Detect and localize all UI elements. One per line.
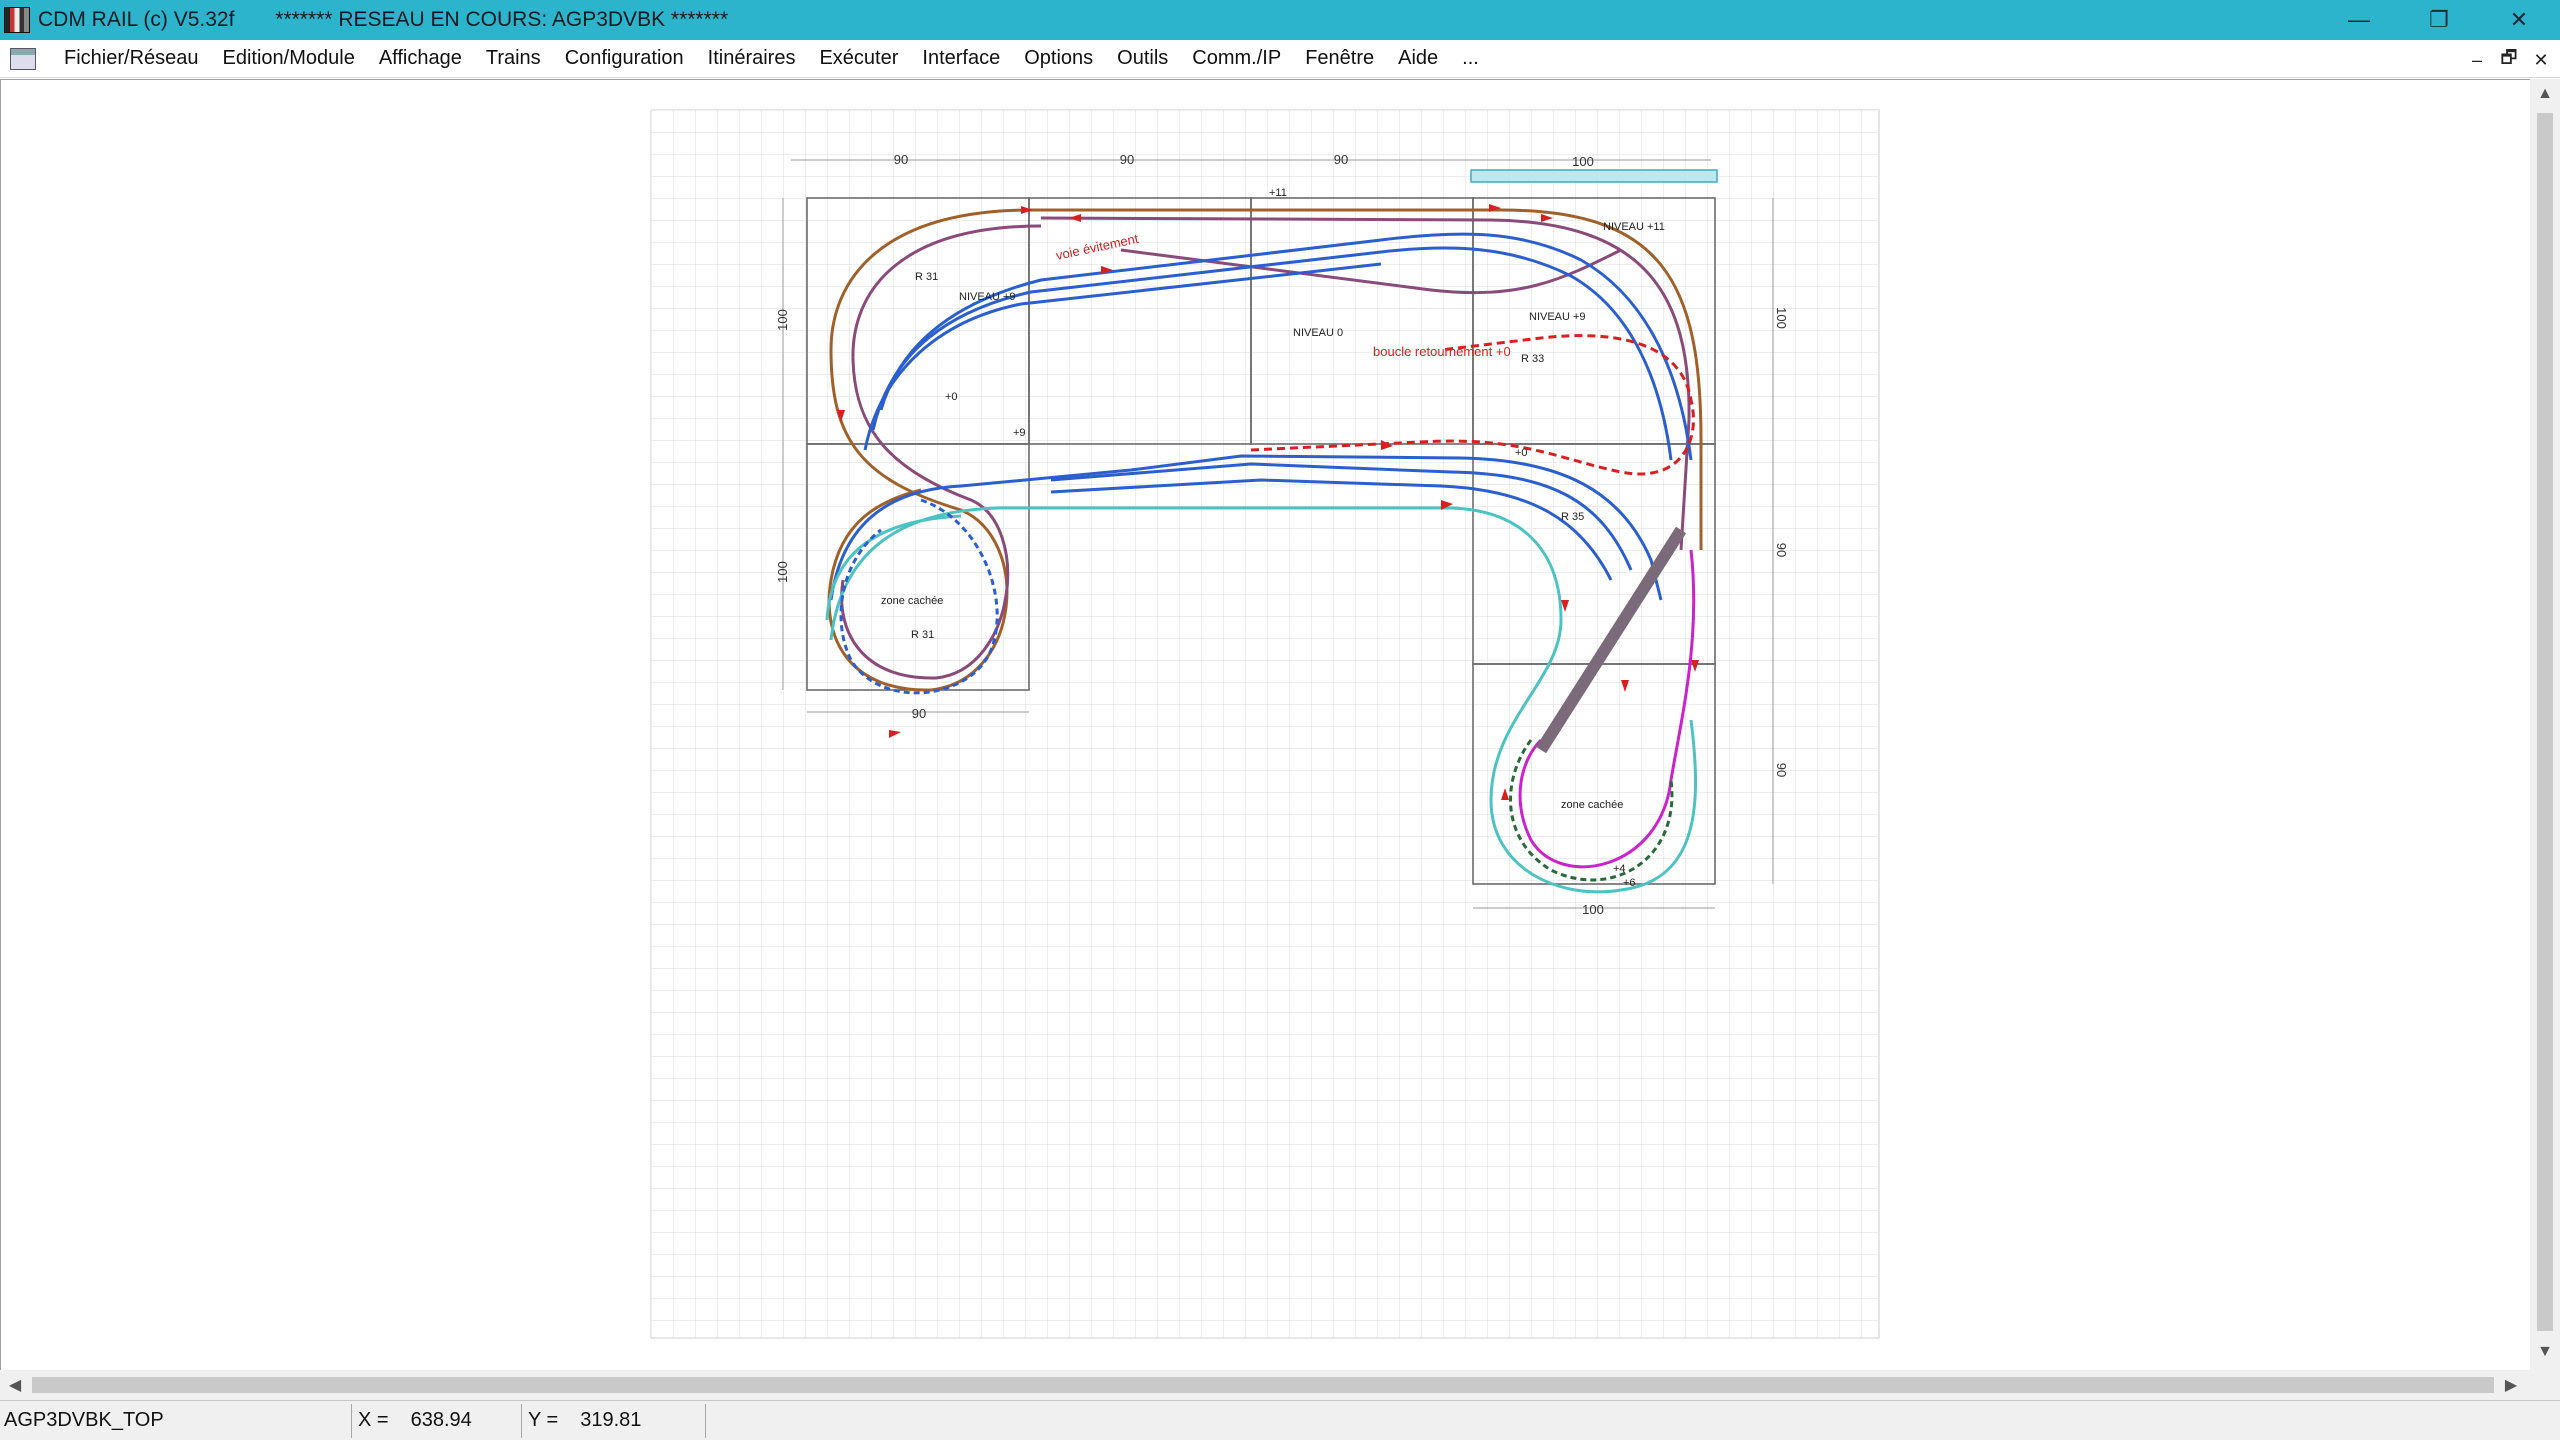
status-x-coordinate: X = 638.94 (352, 1403, 522, 1438)
label-niveau-0: NIVEAU 0 (1293, 327, 1343, 339)
label-niveau-plus9-left: NIVEAU +9 (959, 291, 1016, 303)
label-plus0-a: +0 (945, 391, 958, 403)
label-plus9: +9 (1013, 427, 1026, 439)
document-icon[interactable] (10, 47, 36, 70)
label-niveau-plus9-right: NIVEAU +9 (1529, 311, 1586, 323)
close-button[interactable]: ✕ (2480, 0, 2558, 40)
dim-top-3: 90 (1334, 152, 1348, 167)
menu-options[interactable]: Options (1012, 47, 1105, 70)
label-plus4: +4 (1613, 863, 1626, 875)
window-title: CDM RAIL (c) V5.32f ******* RESEAU EN CO… (38, 8, 729, 31)
dim-left-2: 100 (775, 561, 790, 583)
menu-fenetre[interactable]: Fenêtre (1293, 47, 1386, 70)
track-plan-canvas[interactable]: 90 90 90 100 100 100 90 100 90 90 100 NI… (1, 80, 2531, 1371)
menu-configuration[interactable]: Configuration (553, 47, 696, 70)
status-y-label: Y = (528, 1409, 559, 1431)
dim-top-1: 90 (894, 152, 908, 167)
scroll-left-icon[interactable]: ◀ (0, 1370, 30, 1400)
menu-more[interactable]: ... (1450, 47, 1491, 70)
status-empty-panel (706, 1404, 2560, 1438)
label-zone-cachee-left: zone cachée (881, 595, 943, 607)
dim-right-3: 90 (1774, 763, 1789, 777)
dim-bottom-left: 90 (912, 706, 926, 721)
scroll-right-icon[interactable]: ▶ (2496, 1370, 2526, 1400)
vertical-scrollbar[interactable]: ▲ ▼ (2530, 79, 2560, 1370)
menu-affichage[interactable]: Affichage (367, 47, 474, 70)
menu-aide[interactable]: Aide (1386, 47, 1450, 70)
minimize-button[interactable]: — (2320, 0, 2398, 40)
menu-edition-module[interactable]: Edition/Module (211, 47, 367, 70)
label-plus11: +11 (1269, 187, 1287, 199)
label-r35: R 35 (1561, 511, 1584, 523)
menu-outils[interactable]: Outils (1105, 47, 1180, 70)
menu-bar: Fichier/Réseau Edition/Module Affichage … (0, 40, 2560, 78)
menu-itineraires[interactable]: Itinéraires (696, 47, 808, 70)
restore-button[interactable]: ❐ (2400, 0, 2478, 40)
app-icon (4, 7, 30, 33)
label-plus6: +6 (1623, 877, 1636, 889)
dim-right-1: 100 (1774, 307, 1789, 329)
dim-top-4: 100 (1572, 154, 1594, 169)
plan-grid (651, 110, 1879, 1338)
scroll-down-icon[interactable]: ▼ (2530, 1337, 2560, 1367)
mdi-close-button[interactable]: ✕ (2526, 48, 2556, 72)
dim-top-2: 90 (1120, 152, 1134, 167)
mdi-minimize-button[interactable]: – (2462, 48, 2492, 72)
label-niveau-plus11: NIVEAU +11 (1603, 221, 1665, 233)
vertical-scroll-thumb[interactable] (2537, 113, 2553, 1331)
mdi-restore-button[interactable]: 🗗 (2494, 47, 2524, 72)
label-r33: R 33 (1521, 353, 1544, 365)
dim-right-2: 90 (1774, 543, 1789, 557)
dim-bottom-right: 100 (1582, 902, 1604, 917)
menu-fichier-reseau[interactable]: Fichier/Réseau (52, 47, 211, 70)
label-zone-cachee-right: zone cachée (1561, 799, 1623, 811)
label-r31-left: R 31 (911, 629, 934, 641)
menu-comm-ip[interactable]: Comm./IP (1180, 47, 1293, 70)
menu-executer[interactable]: Exécuter (807, 47, 910, 70)
scroll-up-icon[interactable]: ▲ (2530, 79, 2560, 109)
highlight-bar[interactable] (1470, 169, 1718, 183)
status-x-label: X = (358, 1409, 389, 1431)
title-bar: CDM RAIL (c) V5.32f ******* RESEAU EN CO… (0, 0, 2560, 40)
scroll-corner (2530, 1370, 2560, 1400)
layout-workspace[interactable]: 90 90 90 100 100 100 90 100 90 90 100 NI… (0, 79, 2530, 1370)
status-y-coordinate: Y = 319.81 (522, 1403, 706, 1438)
label-plus0-b: +0 (1515, 447, 1528, 459)
label-boucle-retournement: boucle retournement +0 (1373, 344, 1511, 359)
horizontal-scroll-thumb[interactable] (32, 1377, 2494, 1393)
status-bar: AGP3DVBK_TOP X = 638.94 Y = 319.81 (0, 1400, 2560, 1440)
menu-interface[interactable]: Interface (910, 47, 1012, 70)
label-r31-top: R 31 (915, 271, 938, 283)
menu-trains[interactable]: Trains (474, 47, 553, 70)
status-y-value: 319.81 (580, 1409, 642, 1431)
status-x-value: 638.94 (410, 1409, 472, 1431)
horizontal-scrollbar[interactable]: ◀ ▶ (0, 1370, 2530, 1400)
status-network-name: AGP3DVBK_TOP (0, 1403, 352, 1438)
dim-left-1: 100 (775, 309, 790, 331)
